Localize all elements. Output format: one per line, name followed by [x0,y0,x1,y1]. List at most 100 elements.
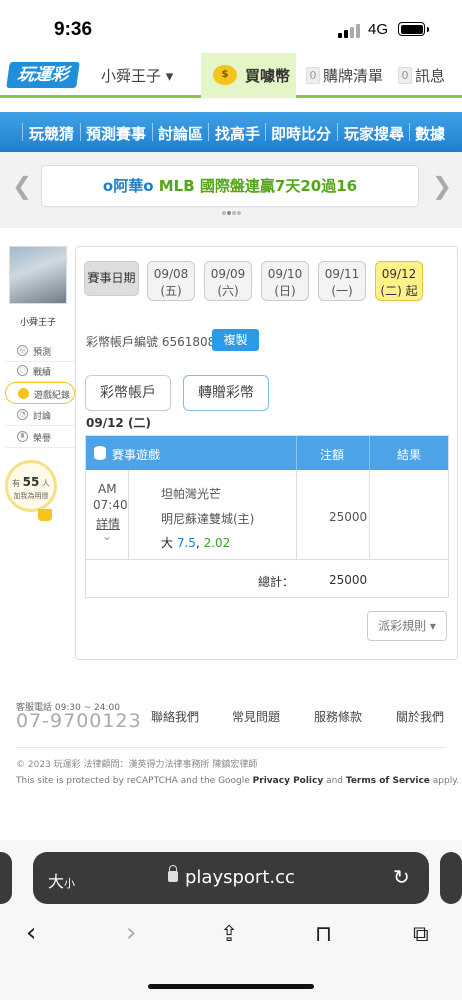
nav-item-experts[interactable]: 找高手 [215,123,260,144]
total-amount: 25000 [329,573,368,587]
share-icon[interactable]: ⇪ [220,922,238,947]
lock-icon [168,865,178,882]
service-phone[interactable]: 07-9700123 [16,710,142,732]
nav-item-data[interactable]: 數據 [415,123,445,144]
bet-pick: 大 7.5, 2.02 [161,536,231,550]
status-bar: 9:36 4G [0,0,462,52]
away-team: 坦帕灣光芒 [161,487,222,501]
message-count-badge: 0 [398,67,412,84]
honor-icon: ♜ [17,431,28,442]
nav-item-player-search[interactable]: 玩家搜尋 [344,123,404,144]
nav-divider [152,123,153,141]
next-tab-preview[interactable] [440,852,462,904]
footer-link-contact[interactable]: 聯絡我們 [151,708,199,725]
tab-transfer-coin[interactable]: 轉贈彩幣 [183,375,269,411]
table-header: 賽事遊戲 注額 結果 [86,436,448,470]
payout-rules-button[interactable]: 派彩規則 ▾ [367,611,447,641]
site-logo[interactable]: 玩運彩 [6,62,80,88]
nav-divider [80,123,81,141]
header-amount: 注額 [320,448,345,462]
banner-text: MLB 國際盤連贏7天20過16 [158,177,358,195]
nav-item-live-score[interactable]: 即時比分 [271,123,331,144]
buy-coin-button[interactable]: $ 買噱幣 [201,53,296,98]
nav-divider [337,123,338,141]
terms-link[interactable]: Terms of Service [346,776,430,786]
sidebar-item-game-record[interactable]: 遊戲紀錄 [5,382,75,404]
date-button[interactable]: 09/10 (日) [261,261,309,301]
carousel-dots [222,211,241,215]
footer-divider [16,747,446,748]
total-label: 總計： [258,575,295,589]
browser-chrome: 大小 playsport.cc ↻ ‹ › ⇪ ⊓ ⧉ [0,840,462,1000]
nav-item-predict[interactable]: 預測賽事 [86,123,146,144]
site-header: 玩運彩 小舜王子 ▾ $ 買噱幣 0 購牌清單 0 訊息 [0,53,462,98]
sidebar-item-label: 戰績 [33,368,52,378]
nav-divider [22,123,23,141]
game-record-table: 賽事遊戲 注額 結果 AM 07:40 詳情 ⌄ 坦帕灣光芒 明尼蘇達雙城(主)… [85,435,449,598]
forward-icon[interactable]: › [126,918,136,948]
account-number: 彩幣帳戶編號 65618082 [86,335,223,349]
record-icon: ◌ [17,365,28,376]
network-label: 4G [368,21,389,38]
address-bar[interactable]: 大小 playsport.cc ↻ [33,852,429,904]
sidebar-item-label: 預測 [33,348,52,358]
table-row: AM 07:40 詳情 ⌄ 坦帕灣光芒 明尼蘇達雙城(主) 大 7.5, 2.0… [86,470,448,560]
tabs-icon[interactable]: ⧉ [413,922,429,947]
database-icon [94,446,106,460]
fans-count: 有 55 人 [12,475,50,489]
copyright: © 2023 玩運彩 法律顧問：漢英得力法律事務所 陳鎮宏律師 [16,760,258,770]
cart-count-badge: 0 [306,67,320,84]
sidebar-item-predict[interactable]: ◎ 預測 [5,340,75,362]
chevron-down-icon[interactable]: ⌄ [102,529,112,543]
privacy-link[interactable]: Privacy Policy [253,776,324,786]
date-button[interactable]: 09/08 (五) [147,261,195,301]
footer-link-terms[interactable]: 服務條款 [314,708,362,725]
record-date: 09/12 (二) [86,416,151,430]
user-menu[interactable]: 小舜王子 ▾ [101,65,173,86]
fans-sub-label: 加我為明燈 [13,492,49,500]
game-record-panel: 賽事日期 09/08 (五) 09/09 (六) 09/10 (日) 09/11 (一)… [75,246,458,660]
carousel-next-icon[interactable]: ❯ [432,172,452,200]
back-icon[interactable]: ‹ [26,918,36,948]
tab-coin-account[interactable]: 彩幣帳戶 [85,375,171,411]
sidebar-item-record[interactable]: ◌ 戰績 [5,360,75,382]
game-record-icon [18,388,29,399]
banner-carousel: ❮ o阿華o MLB 國際盤連贏7天20過16 ❯ [0,152,462,228]
date-button-selected[interactable]: 09/12 (二) 起 [375,261,423,301]
bookmarks-icon[interactable]: ⊓ [315,922,332,947]
game-time: 07:40 [93,498,128,512]
profile-sidebar: 小舜王子 ◎ 預測 ◌ 戰績 遊戲紀錄 ◔ 討論 ♜ 榮譽 有 55 人 加我為明燈 [5,244,75,544]
banner-link[interactable]: o阿華o MLB 國際盤連贏7天20過16 [41,165,419,207]
nav-divider [409,123,410,141]
site-footer: 客服電話 09:30 ~ 24:00 07-9700123 聯絡我們 常見問題 … [0,680,462,820]
footer-link-faq[interactable]: 常見問題 [232,708,280,725]
sidebar-item-honor[interactable]: ♜ 榮譽 [5,426,75,448]
footer-link-about[interactable]: 關於我們 [396,708,444,725]
copy-button[interactable]: 複製 [212,329,259,351]
nav-item-forum[interactable]: 討論區 [158,123,203,144]
cart-link[interactable]: 購牌清單 [323,65,383,86]
header-result: 結果 [397,448,422,462]
follow-lamp-widget[interactable]: 有 55 人 加我為明燈 [5,460,57,512]
table-total-row: 總計： 25000 [86,561,448,597]
recaptcha-notice: This site is protected by reCAPTCHA and … [16,776,460,786]
reload-icon[interactable]: ↻ [393,865,410,889]
signal-icon [338,24,362,38]
date-button[interactable]: 09/09 (六) [204,261,252,301]
main-nav: 玩競猜 預測賽事 討論區 找高手 即時比分 玩家搜尋 數據 [0,112,462,152]
discuss-icon: ◔ [17,409,28,420]
date-button[interactable]: 09/11 (一) [318,261,366,301]
sidebar-item-label: 榮譽 [33,434,52,444]
home-team: 明尼蘇達雙城(主) [161,512,255,526]
game-ampm: AM [98,482,117,496]
prev-tab-preview[interactable] [0,852,12,904]
carousel-prev-icon[interactable]: ❮ [12,172,32,200]
header-game: 賽事遊戲 [112,448,161,462]
buy-coin-label: 買噱幣 [245,67,291,85]
sidebar-item-discuss[interactable]: ◔ 討論 [5,404,75,426]
chart-icon: ◎ [17,345,28,356]
messages-link[interactable]: 訊息 [415,65,445,86]
avatar[interactable] [9,246,67,304]
nav-item-guess[interactable]: 玩競猜 [29,123,74,144]
text-size-button[interactable]: 大小 [48,868,75,892]
